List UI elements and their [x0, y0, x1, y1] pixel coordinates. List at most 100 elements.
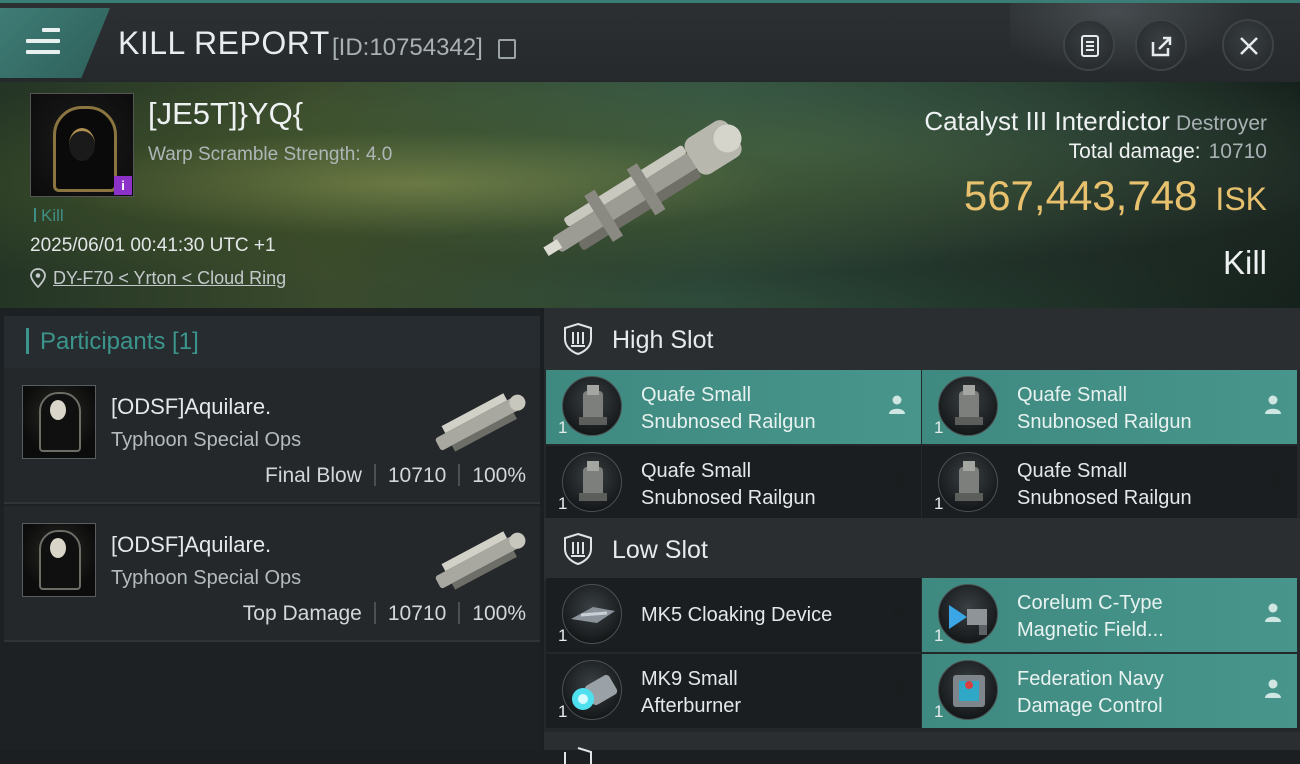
module-item[interactable]: 1 Quafe Small Snubnosed Railgun [922, 446, 1297, 520]
module-name-line2: Damage Control [1017, 695, 1163, 717]
ship-class: Destroyer [1175, 112, 1267, 135]
module-name: Corelum C-Type Magnetic Field... [1017, 590, 1164, 644]
module-quantity: 1 [934, 626, 944, 645]
afterburner-icon [562, 660, 622, 720]
module-name-line1: Quafe Small [641, 460, 752, 482]
copy-icon[interactable] [498, 39, 516, 59]
top-bar: KILL REPORT [ID:10754342] [0, 0, 1300, 85]
participant-percent: 100% [472, 602, 526, 625]
railgun-icon [938, 452, 998, 512]
participants-accent [26, 328, 29, 354]
high-slot-label: High Slot [612, 326, 714, 354]
module-name-line2: Snubnosed Railgun [641, 411, 816, 433]
module-item[interactable]: 1 Federation Navy Damage Control [922, 654, 1297, 728]
module-quantity: 1 [934, 418, 944, 437]
slot-shield-icon [564, 532, 592, 566]
menu-button[interactable] [0, 8, 110, 78]
participant-row[interactable]: [ODSF]Aquilare. Typhoon Special Ops Fina… [4, 368, 540, 504]
module-name: Quafe Small Snubnosed Railgun [641, 382, 816, 436]
separator [458, 602, 461, 624]
close-button[interactable] [1222, 19, 1274, 71]
module-item[interactable]: 1 MK5 Cloaking Device [546, 578, 921, 652]
module-quantity: 1 [558, 702, 568, 721]
module-name-line2: Afterburner [641, 695, 742, 717]
slot-shield-icon [564, 747, 592, 764]
module-name-line2: Magnetic Field... [1017, 619, 1164, 641]
participant-role: Final Blow [265, 464, 362, 487]
isk-amount: 567,443,748 [963, 172, 1198, 219]
low-slot-header: Low Slot [544, 518, 1300, 580]
module-quantity: 1 [558, 418, 568, 437]
module-name-line1: MK5 Cloaking Device [641, 604, 833, 626]
victim-name: [JE5T]}YQ{ [148, 96, 304, 131]
module-quantity: 1 [934, 494, 944, 513]
slot-shield-icon [564, 322, 592, 356]
separator [458, 464, 461, 486]
next-slot-header [544, 732, 1300, 764]
module-item[interactable]: 1 Quafe Small Snubnosed Railgun [546, 446, 921, 520]
participant-stats: Top Damage 10710 100% [243, 602, 526, 626]
info-badge: i [114, 176, 132, 195]
module-item[interactable]: 1 Corelum C-Type Magnetic Field... [922, 578, 1297, 652]
module-name: Quafe Small Snubnosed Railgun [1017, 458, 1192, 512]
participant-stats: Final Blow 10710 100% [265, 464, 526, 488]
participant-ship-image [435, 531, 526, 590]
railgun-icon [938, 376, 998, 436]
module-name-line1: Quafe Small [1017, 384, 1128, 406]
magnetic-field-stabilizer-icon [938, 584, 998, 644]
module-quantity: 1 [558, 626, 568, 645]
pilot-icon [1265, 679, 1281, 698]
clipboard-icon [1081, 35, 1099, 57]
participant-role: Top Damage [242, 602, 362, 625]
participant-name: [ODSF]Aquilare. [111, 532, 272, 557]
participant-avatar[interactable] [22, 385, 96, 459]
participant-ship-image [435, 393, 526, 452]
module-item[interactable]: 1 Quafe Small Snubnosed Railgun [922, 370, 1297, 444]
page-title: KILL REPORT [118, 25, 330, 61]
pilot-icon [1265, 395, 1281, 414]
module-name: Federation Navy Damage Control [1017, 666, 1164, 720]
module-name: MK9 Small Afterburner [641, 666, 741, 720]
total-damage: Total damage: 10710 [1069, 140, 1267, 164]
close-icon [1240, 37, 1258, 55]
share-button[interactable] [1135, 19, 1187, 71]
module-item[interactable]: 1 MK9 Small Afterburner [546, 654, 921, 728]
module-name: Quafe Small Snubnosed Railgun [1017, 382, 1192, 436]
railgun-icon [562, 452, 622, 512]
module-name-line2: Snubnosed Railgun [1017, 487, 1192, 509]
participant-ship: Typhoon Special Ops [111, 567, 302, 589]
kill-location-link[interactable]: DY-F70 < Yrton < Cloud Ring [53, 268, 286, 289]
location-pin-icon [30, 268, 46, 288]
participant-ship: Typhoon Special Ops [111, 429, 302, 451]
destroyed-icon [889, 604, 905, 620]
damage-control-icon [938, 660, 998, 720]
separator [373, 602, 376, 624]
module-name: MK5 Cloaking Device [641, 602, 832, 629]
destroyed-icon [889, 680, 905, 696]
participant-avatar[interactable] [22, 523, 96, 597]
report-id: [ID:10754342] [332, 34, 483, 61]
participant-damage: 10710 [387, 464, 447, 487]
participant-row[interactable]: [ODSF]Aquilare. Typhoon Special Ops Top … [4, 506, 540, 642]
module-quantity: 1 [934, 702, 944, 721]
destroyed-icon [1265, 472, 1281, 488]
module-quantity: 1 [558, 494, 568, 513]
menu-icon [26, 28, 60, 61]
destroyed-icon [889, 472, 905, 488]
kill-result: Kill [1222, 244, 1267, 281]
railgun-icon [562, 376, 622, 436]
module-name-line1: Quafe Small [641, 384, 752, 406]
participant-percent: 100% [472, 464, 526, 487]
share-icon [1151, 36, 1172, 57]
victim-ship-name: Catalyst III Interdictor Destroyer [924, 106, 1267, 137]
module-name-line1: Federation Navy [1017, 668, 1164, 690]
pilot-icon [889, 395, 905, 414]
participants-header: Participants [1] [4, 316, 540, 368]
module-name-line2: Snubnosed Railgun [641, 487, 816, 509]
clipboard-button[interactable] [1063, 19, 1115, 71]
kill-tag: Kill [34, 206, 64, 226]
module-name: Quafe Small Snubnosed Railgun [641, 458, 816, 512]
kill-datetime: 2025/06/01 00:41:30 UTC +1 [30, 235, 276, 256]
participant-damage: 10710 [387, 602, 447, 625]
module-item[interactable]: 1 Quafe Small Snubnosed Railgun [546, 370, 921, 444]
